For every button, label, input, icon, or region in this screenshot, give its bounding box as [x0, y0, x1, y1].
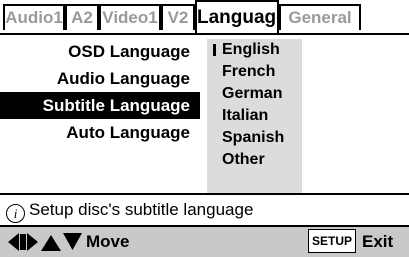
arrow-keys-icon: [8, 233, 82, 251]
option-french[interactable]: French: [207, 61, 302, 83]
option-other[interactable]: Other: [207, 149, 302, 171]
tab-audio1[interactable]: Audio1: [3, 4, 65, 30]
option-label: Spanish: [222, 129, 285, 146]
option-label: French: [222, 63, 276, 80]
option-label: German: [222, 85, 283, 102]
help-line: i Setup disc's subtitle language: [0, 197, 409, 223]
tab-a2[interactable]: A2: [65, 4, 99, 30]
help-text: Setup disc's subtitle language: [29, 200, 254, 219]
center-block-icon: [20, 234, 26, 250]
left-arrow-icon: [8, 233, 19, 251]
option-english[interactable]: English: [207, 39, 302, 61]
menu-item-subtitle-language[interactable]: Subtitle Language: [0, 92, 200, 119]
option-italian[interactable]: Italian: [207, 105, 302, 127]
tab-v2[interactable]: V2: [161, 4, 195, 30]
tab-general[interactable]: General: [279, 4, 361, 30]
up-arrow-icon: [41, 235, 61, 251]
move-label: Move: [86, 232, 130, 251]
option-label: Other: [222, 151, 265, 168]
option-label: English: [222, 41, 280, 58]
info-icon: i: [6, 204, 25, 223]
language-options-list: English French German Italian Spanish Ot…: [207, 39, 302, 193]
menu-item-auto-language[interactable]: Auto Language: [0, 119, 200, 146]
option-label: Italian: [222, 107, 269, 124]
exit-label: Exit: [362, 232, 394, 251]
option-spanish[interactable]: Spanish: [207, 127, 302, 149]
settings-panel: OSD Language Audio Language Subtitle Lan…: [0, 33, 409, 195]
bottom-bar: Move SETUP Exit: [0, 225, 409, 257]
down-arrow-icon: [63, 233, 82, 250]
tab-video1[interactable]: Video1: [99, 4, 161, 30]
settings-menu: OSD Language Audio Language Subtitle Lan…: [0, 38, 200, 146]
setup-screen: Audio1 A2 Video1 V2 Language General OSD…: [0, 0, 409, 257]
current-selection-marker: [213, 44, 216, 56]
setup-button[interactable]: SETUP: [308, 229, 356, 253]
tab-bar: Audio1 A2 Video1 V2 Language General: [0, 0, 409, 33]
right-arrow-icon: [27, 233, 38, 251]
tab-language[interactable]: Language: [195, 0, 287, 33]
menu-item-osd-language[interactable]: OSD Language: [0, 38, 200, 65]
menu-item-audio-language[interactable]: Audio Language: [0, 65, 200, 92]
option-german[interactable]: German: [207, 83, 302, 105]
